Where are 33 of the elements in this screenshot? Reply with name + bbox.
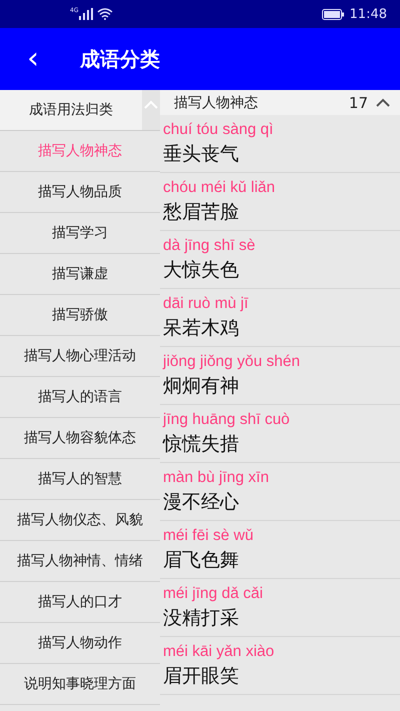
wifi-icon [97,8,114,20]
caret-icon [376,98,390,107]
idiom-text: 没精打采 [163,606,240,630]
idiom-text: 垂头丧气 [163,142,240,166]
idiom-pinyin: jīng huāng shī cuò [163,410,291,428]
idiom-text: 眉飞色舞 [163,548,240,572]
idiom-count: 17 [348,94,368,112]
idiom-text: 眉开眼笑 [163,664,240,688]
idiom-pinyin: méi fēi sè wǔ [163,526,254,544]
back-button[interactable]: ‹ [22,44,44,74]
category-group-title: 成语用法归类 [28,101,114,120]
section-title: 描写人物神态 [174,94,259,112]
idiom-text: 惊慌失措 [163,432,240,456]
idiom-pinyin: màn bù jīng xīn [163,468,270,486]
idiom-pinyin: jiǒng jiǒng yǒu shén [163,352,302,370]
idiom-pinyin: méi jīng dǎ cǎi [163,584,264,602]
battery-icon [322,8,344,20]
idiom-text: 炯炯有神 [163,374,240,398]
clock-time: 11:48 [350,6,387,22]
idiom-text: 愁眉苦脸 [163,200,240,224]
page-title: 成语分类 [80,46,160,72]
caret-icon [144,100,158,109]
idiom-text: 大惊失色 [163,258,240,282]
idiom-pinyin: chuí tóu sàng qì [163,120,274,138]
idiom-text: 漫不经心 [163,490,240,514]
collapse-toggle[interactable] [376,98,390,107]
idiom-pinyin: dà jīng shī sè [163,236,256,254]
idiom-text: 呆若木鸡 [163,316,240,340]
collapse-toggle[interactable] [142,90,160,130]
signal-icon [79,8,94,20]
idiom-pinyin: méi kāi yǎn xiào [163,642,276,660]
idiom-pinyin: dāi ruò mù jī [163,294,250,312]
idiom-pinyin: chóu méi kǔ liǎn [163,178,276,196]
